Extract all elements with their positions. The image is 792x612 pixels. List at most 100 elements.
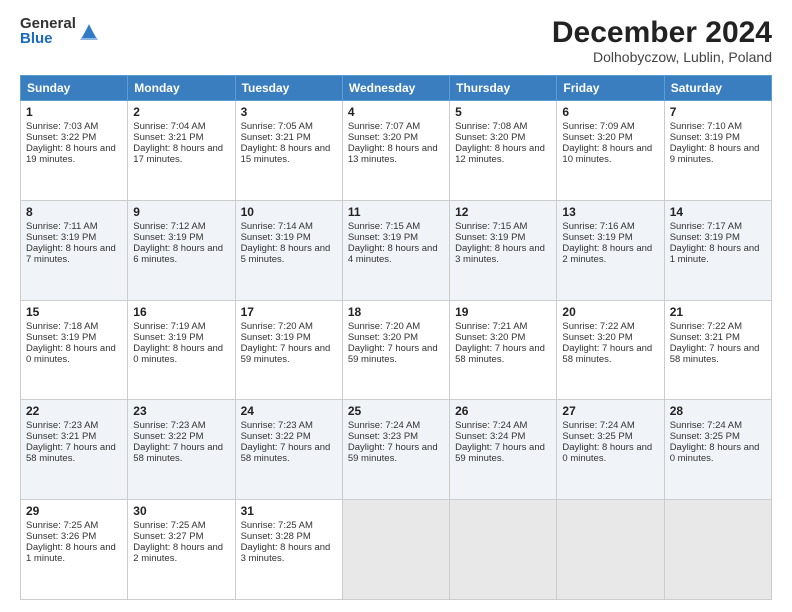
sunrise-text: Sunrise: 7:11 AM — [26, 221, 98, 232]
day-number: 1 — [26, 105, 122, 119]
day-number: 29 — [26, 504, 122, 518]
title-block: December 2024 Dolhobyczow, Lublin, Polan… — [552, 16, 772, 65]
day-number: 24 — [241, 404, 337, 418]
sunrise-text: Sunrise: 7:10 AM — [670, 121, 742, 132]
sunrise-text: Sunrise: 7:04 AM — [133, 121, 205, 132]
day-number: 6 — [562, 105, 658, 119]
sunrise-text: Sunrise: 7:21 AM — [455, 321, 527, 332]
day-number: 31 — [241, 504, 337, 518]
calendar-cell — [342, 500, 449, 600]
day-number: 7 — [670, 105, 766, 119]
day-number: 22 — [26, 404, 122, 418]
month-title: December 2024 — [552, 16, 772, 49]
sunset-text: Sunset: 3:22 PM — [133, 431, 203, 442]
day-number: 16 — [133, 305, 229, 319]
sunset-text: Sunset: 3:21 PM — [133, 132, 203, 143]
calendar-week-row: 29Sunrise: 7:25 AMSunset: 3:26 PMDayligh… — [21, 500, 772, 600]
calendar-cell: 1Sunrise: 7:03 AMSunset: 3:22 PMDaylight… — [21, 101, 128, 201]
sunset-text: Sunset: 3:22 PM — [26, 132, 96, 143]
daylight-text: Daylight: 8 hours and 12 minutes. — [455, 143, 545, 165]
daylight-text: Daylight: 8 hours and 13 minutes. — [348, 143, 438, 165]
daylight-text: Daylight: 8 hours and 5 minutes. — [241, 243, 331, 265]
calendar-cell: 13Sunrise: 7:16 AMSunset: 3:19 PMDayligh… — [557, 200, 664, 300]
sunrise-text: Sunrise: 7:17 AM — [670, 221, 742, 232]
col-monday: Monday — [128, 76, 235, 101]
calendar-cell: 14Sunrise: 7:17 AMSunset: 3:19 PMDayligh… — [664, 200, 771, 300]
daylight-text: Daylight: 7 hours and 59 minutes. — [241, 343, 331, 365]
daylight-text: Daylight: 8 hours and 0 minutes. — [562, 442, 652, 464]
sunrise-text: Sunrise: 7:08 AM — [455, 121, 527, 132]
calendar-cell: 18Sunrise: 7:20 AMSunset: 3:20 PMDayligh… — [342, 300, 449, 400]
calendar-cell: 26Sunrise: 7:24 AMSunset: 3:24 PMDayligh… — [450, 400, 557, 500]
col-wednesday: Wednesday — [342, 76, 449, 101]
sunset-text: Sunset: 3:22 PM — [241, 431, 311, 442]
calendar-week-row: 15Sunrise: 7:18 AMSunset: 3:19 PMDayligh… — [21, 300, 772, 400]
sunset-text: Sunset: 3:19 PM — [133, 332, 203, 343]
sunrise-text: Sunrise: 7:20 AM — [241, 321, 313, 332]
calendar-week-row: 22Sunrise: 7:23 AMSunset: 3:21 PMDayligh… — [21, 400, 772, 500]
calendar-header-row: Sunday Monday Tuesday Wednesday Thursday… — [21, 76, 772, 101]
daylight-text: Daylight: 8 hours and 19 minutes. — [26, 143, 116, 165]
sunset-text: Sunset: 3:25 PM — [562, 431, 632, 442]
header: General Blue December 2024 Dolhobyczow, … — [20, 16, 772, 65]
sunset-text: Sunset: 3:20 PM — [562, 132, 632, 143]
calendar-cell: 11Sunrise: 7:15 AMSunset: 3:19 PMDayligh… — [342, 200, 449, 300]
calendar-cell: 27Sunrise: 7:24 AMSunset: 3:25 PMDayligh… — [557, 400, 664, 500]
sunrise-text: Sunrise: 7:25 AM — [241, 520, 313, 531]
sunrise-text: Sunrise: 7:22 AM — [670, 321, 742, 332]
col-friday: Friday — [557, 76, 664, 101]
sunset-text: Sunset: 3:19 PM — [241, 332, 311, 343]
calendar-cell: 15Sunrise: 7:18 AMSunset: 3:19 PMDayligh… — [21, 300, 128, 400]
calendar-cell: 5Sunrise: 7:08 AMSunset: 3:20 PMDaylight… — [450, 101, 557, 201]
calendar-cell: 6Sunrise: 7:09 AMSunset: 3:20 PMDaylight… — [557, 101, 664, 201]
location: Dolhobyczow, Lublin, Poland — [552, 49, 772, 65]
sunset-text: Sunset: 3:19 PM — [562, 232, 632, 243]
sunrise-text: Sunrise: 7:25 AM — [133, 520, 205, 531]
calendar-cell: 19Sunrise: 7:21 AMSunset: 3:20 PMDayligh… — [450, 300, 557, 400]
day-number: 2 — [133, 105, 229, 119]
daylight-text: Daylight: 8 hours and 3 minutes. — [455, 243, 545, 265]
daylight-text: Daylight: 7 hours and 58 minutes. — [670, 343, 760, 365]
calendar-cell: 20Sunrise: 7:22 AMSunset: 3:20 PMDayligh… — [557, 300, 664, 400]
day-number: 30 — [133, 504, 229, 518]
calendar-cell: 24Sunrise: 7:23 AMSunset: 3:22 PMDayligh… — [235, 400, 342, 500]
calendar-cell: 4Sunrise: 7:07 AMSunset: 3:20 PMDaylight… — [342, 101, 449, 201]
day-number: 13 — [562, 205, 658, 219]
sunset-text: Sunset: 3:20 PM — [455, 132, 525, 143]
sunset-text: Sunset: 3:23 PM — [348, 431, 418, 442]
daylight-text: Daylight: 7 hours and 59 minutes. — [348, 442, 438, 464]
sunrise-text: Sunrise: 7:24 AM — [348, 420, 420, 431]
sunset-text: Sunset: 3:20 PM — [562, 332, 632, 343]
calendar-cell: 29Sunrise: 7:25 AMSunset: 3:26 PMDayligh… — [21, 500, 128, 600]
daylight-text: Daylight: 8 hours and 9 minutes. — [670, 143, 760, 165]
calendar-cell: 10Sunrise: 7:14 AMSunset: 3:19 PMDayligh… — [235, 200, 342, 300]
day-number: 18 — [348, 305, 444, 319]
sunrise-text: Sunrise: 7:07 AM — [348, 121, 420, 132]
logo-blue: Blue — [20, 31, 76, 46]
day-number: 27 — [562, 404, 658, 418]
sunrise-text: Sunrise: 7:05 AM — [241, 121, 313, 132]
sunrise-text: Sunrise: 7:18 AM — [26, 321, 98, 332]
sunset-text: Sunset: 3:19 PM — [455, 232, 525, 243]
day-number: 26 — [455, 404, 551, 418]
daylight-text: Daylight: 8 hours and 0 minutes. — [670, 442, 760, 464]
day-number: 28 — [670, 404, 766, 418]
daylight-text: Daylight: 8 hours and 0 minutes. — [133, 343, 223, 365]
day-number: 20 — [562, 305, 658, 319]
sunrise-text: Sunrise: 7:23 AM — [241, 420, 313, 431]
calendar-cell: 12Sunrise: 7:15 AMSunset: 3:19 PMDayligh… — [450, 200, 557, 300]
col-thursday: Thursday — [450, 76, 557, 101]
day-number: 3 — [241, 105, 337, 119]
sunset-text: Sunset: 3:20 PM — [348, 132, 418, 143]
day-number: 25 — [348, 404, 444, 418]
daylight-text: Daylight: 8 hours and 17 minutes. — [133, 143, 223, 165]
sunset-text: Sunset: 3:27 PM — [133, 531, 203, 542]
sunrise-text: Sunrise: 7:25 AM — [26, 520, 98, 531]
daylight-text: Daylight: 7 hours and 58 minutes. — [455, 343, 545, 365]
calendar-cell: 23Sunrise: 7:23 AMSunset: 3:22 PMDayligh… — [128, 400, 235, 500]
calendar-cell — [557, 500, 664, 600]
daylight-text: Daylight: 8 hours and 10 minutes. — [562, 143, 652, 165]
daylight-text: Daylight: 8 hours and 0 minutes. — [26, 343, 116, 365]
sunset-text: Sunset: 3:28 PM — [241, 531, 311, 542]
calendar-cell: 7Sunrise: 7:10 AMSunset: 3:19 PMDaylight… — [664, 101, 771, 201]
